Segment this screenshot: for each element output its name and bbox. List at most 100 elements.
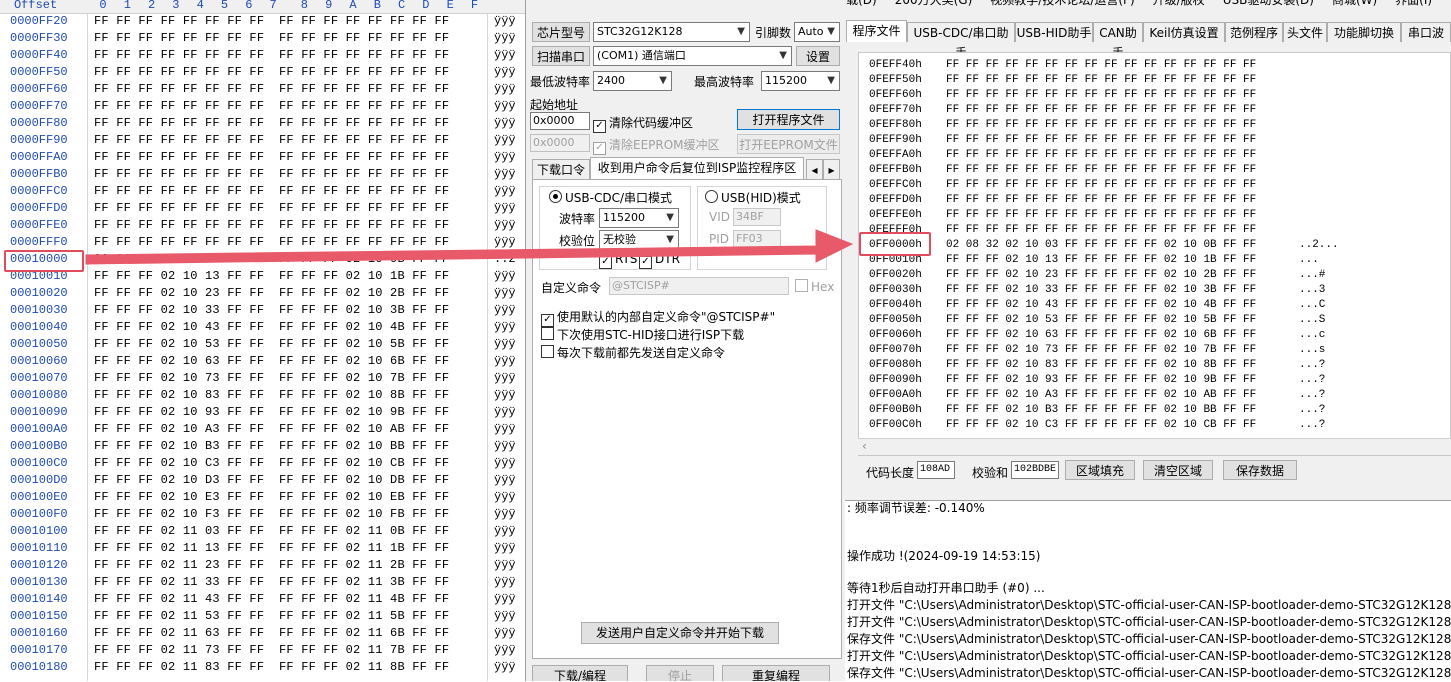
- code-row[interactable]: 0FF0030h FF FF FF 02 10 33 FF FF FF FF FF…: [869, 283, 1449, 298]
- code-row[interactable]: 0FF00C0h FF FF FF 02 10 C3 FF FF FF FF FF…: [869, 418, 1449, 433]
- program-code-view[interactable]: 0FEFF40h FF FF FF FF FF FF FF FF FF FF FF…: [858, 52, 1451, 456]
- port-select[interactable]: (COM1) 通信端口 ▼: [593, 46, 792, 66]
- hex-row[interactable]: 0000FF20 FF FF FF FF FF FF FF FF FF FF FF…: [0, 13, 525, 30]
- tab-right-6[interactable]: 头文件: [1283, 22, 1327, 42]
- tab-download-password[interactable]: 下载口令: [532, 159, 590, 179]
- hex-row[interactable]: 00010030 FF FF FF 02 10 33 FF FF FF FF FF…: [0, 302, 525, 319]
- next-use-stc-hid-checkbox[interactable]: 下次使用STC-HID接口进行ISP下载: [541, 326, 744, 343]
- clear-eeprom-checkbox[interactable]: ✓ 清除EEPROM缓冲区: [593, 136, 720, 155]
- pins-select[interactable]: Auto ▼: [794, 22, 840, 42]
- download-program-button[interactable]: 下载/编程: [532, 665, 628, 681]
- hex-row[interactable]: 000100C0 FF FF FF 02 10 C3 FF FF FF FF FF…: [0, 455, 525, 472]
- usb-hid-mode-radio[interactable]: USB(HID)模式: [705, 189, 801, 206]
- hex-row[interactable]: 0000FF80 FF FF FF FF FF FF FF FF FF FF FF…: [0, 115, 525, 132]
- parity-select[interactable]: 无校验 ▼: [599, 230, 679, 250]
- rts-checkbox[interactable]: ✓ RTS: [599, 252, 637, 269]
- code-row[interactable]: 0FF0020h FF FF FF 02 10 23 FF FF FF FF FF…: [869, 268, 1449, 283]
- code-address-input[interactable]: 0x0000: [530, 112, 590, 130]
- hex-row[interactable]: 0000FF30 FF FF FF FF FF FF FF FF FF FF FF…: [0, 30, 525, 47]
- hex-row[interactable]: 0000FF90 FF FF FF FF FF FF FF FF FF FF FF…: [0, 132, 525, 149]
- menu-item[interactable]: 升级/版权: [1153, 0, 1205, 7]
- tab-right-2[interactable]: USB-HID助手: [1015, 22, 1093, 42]
- custom-command-input[interactable]: @STCISP#: [609, 277, 789, 295]
- hex-row[interactable]: 00010040 FF FF FF 02 10 43 FF FF FF FF FF…: [0, 319, 525, 336]
- menu-item[interactable]: USB驱动安装(D): [1223, 0, 1314, 7]
- code-row[interactable]: 0FEFF80h FF FF FF FF FF FF FF FF FF FF FF…: [869, 118, 1449, 133]
- code-row[interactable]: 0FEFFE0h FF FF FF FF FF FF FF FF FF FF FF…: [869, 208, 1449, 223]
- chip-model-button[interactable]: 芯片型号: [532, 22, 590, 42]
- usb-cdc-mode-radio[interactable]: USB-CDC/串口模式: [549, 189, 672, 206]
- code-row[interactable]: 0FEFFB0h FF FF FF FF FF FF FF FF FF FF FF…: [869, 163, 1449, 178]
- hex-row[interactable]: 0000FFC0 FF FF FF FF FF FF FF FF FF FF FF…: [0, 183, 525, 200]
- hex-row[interactable]: 000100F0 FF FF FF 02 10 F3 FF FF FF FF FF…: [0, 506, 525, 523]
- code-row[interactable]: 0FF0090h FF FF FF 02 10 93 FF FF FF FF FF…: [869, 373, 1449, 388]
- hex-row[interactable]: 0000FFF0 FF FF FF FF FF FF FF FF FF FF FF…: [0, 234, 525, 251]
- hex-row[interactable]: 0000FFE0 FF FF FF FF FF FF FF FF FF FF FF…: [0, 217, 525, 234]
- clear-code-checkbox[interactable]: ✓ 清除代码缓冲区: [593, 114, 693, 133]
- hex-row[interactable]: 000100E0 FF FF FF 02 10 E3 FF FF FF FF FF…: [0, 489, 525, 506]
- code-row[interactable]: 0FEFFC0h FF FF FF FF FF FF FF FF FF FF FF…: [869, 178, 1449, 193]
- menu-item[interactable]: 视频教学/技术论坛/运营(F): [990, 0, 1134, 7]
- open-program-file-button[interactable]: 打开程序文件: [737, 109, 840, 130]
- stop-button[interactable]: 停止: [646, 665, 714, 681]
- send-before-download-checkbox[interactable]: 每次下载前都先发送自定义命令: [541, 344, 725, 361]
- hex-row[interactable]: 00010120 FF FF FF 02 11 23 FF FF FF FF FF…: [0, 557, 525, 574]
- max-baud-select[interactable]: 115200 ▼: [761, 71, 840, 91]
- tab-right-4[interactable]: Keil仿真设置: [1143, 22, 1225, 42]
- tab-right-5[interactable]: 范例程序: [1225, 22, 1283, 42]
- code-row[interactable]: 0FEFF90h FF FF FF FF FF FF FF FF FF FF FF…: [869, 133, 1449, 148]
- hex-row[interactable]: 00010170 FF FF FF 02 11 73 FF FF FF FF FF…: [0, 642, 525, 659]
- dtr-checkbox[interactable]: ✓ DTR: [639, 252, 680, 269]
- tab-right-0[interactable]: 程序文件: [846, 20, 907, 42]
- hex-row[interactable]: 00010070 FF FF FF 02 10 73 FF FF FF FF FF…: [0, 370, 525, 387]
- clear-region-button[interactable]: 清空区域: [1143, 460, 1213, 480]
- send-command-and-download-button[interactable]: 发送用户自定义命令并开始下载: [581, 622, 779, 644]
- save-data-button[interactable]: 保存数据: [1223, 460, 1297, 480]
- code-row[interactable]: 0FEFF50h FF FF FF FF FF FF FF FF FF FF FF…: [869, 73, 1449, 88]
- menu-item[interactable]: 200万大奖(G): [895, 0, 973, 7]
- hex-row[interactable]: 00010150 FF FF FF 02 11 53 FF FF FF FF FF…: [0, 608, 525, 625]
- code-row[interactable]: 0FEFFF0h FF FF FF FF FF FF FF FF FF FF FF…: [869, 223, 1449, 238]
- use-default-command-checkbox[interactable]: ✓ 使用默认的内部自定义命令"@STCISP#": [541, 308, 775, 327]
- output-log[interactable]: : 频率调节误差: -0.140% 操作成功 !(2024-09-19 14:53…: [845, 500, 1451, 682]
- hex-row[interactable]: 000100A0 FF FF FF 02 10 A3 FF FF FF FF FF…: [0, 421, 525, 438]
- code-row[interactable]: 0FEFF60h FF FF FF FF FF FF FF FF FF FF FF…: [869, 88, 1449, 103]
- scan-port-button[interactable]: 扫描串口: [532, 46, 590, 66]
- hex-row[interactable]: 0000FFB0 FF FF FF FF FF FF FF FF FF FF FF…: [0, 166, 525, 183]
- code-row[interactable]: 0FF0060h FF FF FF 02 10 63 FF FF FF FF FF…: [869, 328, 1449, 343]
- code-row[interactable]: 0FF0050h FF FF FF 02 10 53 FF FF FF FF FF…: [869, 313, 1449, 328]
- hex-row[interactable]: 00010060 FF FF FF 02 10 63 FF FF FF FF FF…: [0, 353, 525, 370]
- code-row[interactable]: 0FEFF40h FF FF FF FF FF FF FF FF FF FF FF…: [869, 58, 1449, 73]
- min-baud-select[interactable]: 2400 ▼: [593, 71, 672, 91]
- code-row[interactable]: 0FF0070h FF FF FF 02 10 73 FF FF FF FF FF…: [869, 343, 1449, 358]
- code-row[interactable]: 0FF00A0h FF FF FF 02 10 A3 FF FF FF FF FF…: [869, 388, 1449, 403]
- code-row[interactable]: 0FEFF70h FF FF FF FF FF FF FF FF FF FF FF…: [869, 103, 1449, 118]
- code-row[interactable]: 0FF0040h FF FF FF 02 10 43 FF FF FF FF FF…: [869, 298, 1449, 313]
- eeprom-address-input[interactable]: 0x0000: [530, 134, 590, 152]
- fill-region-button[interactable]: 区域填充: [1065, 460, 1135, 480]
- hex-row[interactable]: 0000FFD0 FF FF FF FF FF FF FF FF FF FF FF…: [0, 200, 525, 217]
- hex-row[interactable]: 0000FF50 FF FF FF FF FF FF FF FF FF FF FF…: [0, 64, 525, 81]
- hex-row[interactable]: 0000FF40 FF FF FF FF FF FF FF FF FF FF FF…: [0, 47, 525, 64]
- hex-row[interactable]: 00010080 FF FF FF 02 10 83 FF FF FF FF FF…: [0, 387, 525, 404]
- code-row[interactable]: 0FEFFD0h FF FF FF FF FF FF FF FF FF FF FF…: [869, 193, 1449, 208]
- tab-scroll-left[interactable]: ◂: [806, 159, 823, 179]
- baud-select[interactable]: 115200 ▼: [599, 208, 679, 228]
- hex-row[interactable]: 000100B0 FF FF FF 02 10 B3 FF FF FF FF FF…: [0, 438, 525, 455]
- menu-item[interactable]: 界面(I): [1395, 0, 1432, 7]
- hex-checkbox[interactable]: Hex: [795, 279, 834, 294]
- hex-row[interactable]: 000100D0 FF FF FF 02 10 D3 FF FF FF FF FF…: [0, 472, 525, 489]
- code-row[interactable]: 0FF00B0h FF FF FF 02 10 B3 FF FF FF FF FF…: [869, 403, 1449, 418]
- horizontal-scrollbar[interactable]: ‹: [858, 438, 1451, 455]
- tab-right-1[interactable]: USB-CDC/串口助手: [907, 22, 1015, 60]
- hex-row[interactable]: 0000FF70 FF FF FF FF FF FF FF FF FF FF FF…: [0, 98, 525, 115]
- hex-row[interactable]: 00010100 FF FF FF 02 11 03 FF FF FF FF FF…: [0, 523, 525, 540]
- hex-row[interactable]: 0000FFA0 FF FF FF FF FF FF FF FF FF FF FF…: [0, 149, 525, 166]
- tab-scroll-right[interactable]: ▸: [823, 159, 840, 179]
- tab-right-8[interactable]: 串口波: [1401, 22, 1451, 42]
- settings-button[interactable]: 设置: [796, 46, 840, 66]
- hex-row[interactable]: 00010130 FF FF FF 02 11 33 FF FF FF FF FF…: [0, 574, 525, 591]
- hex-row[interactable]: 0000FF60 FF FF FF FF FF FF FF FF FF FF FF…: [0, 81, 525, 98]
- code-row[interactable]: 0FEFFA0h FF FF FF FF FF FF FF FF FF FF FF…: [869, 148, 1449, 163]
- code-row[interactable]: 0FF0000h 02 08 32 02 10 03 FF FF FF FF FF…: [869, 238, 1449, 253]
